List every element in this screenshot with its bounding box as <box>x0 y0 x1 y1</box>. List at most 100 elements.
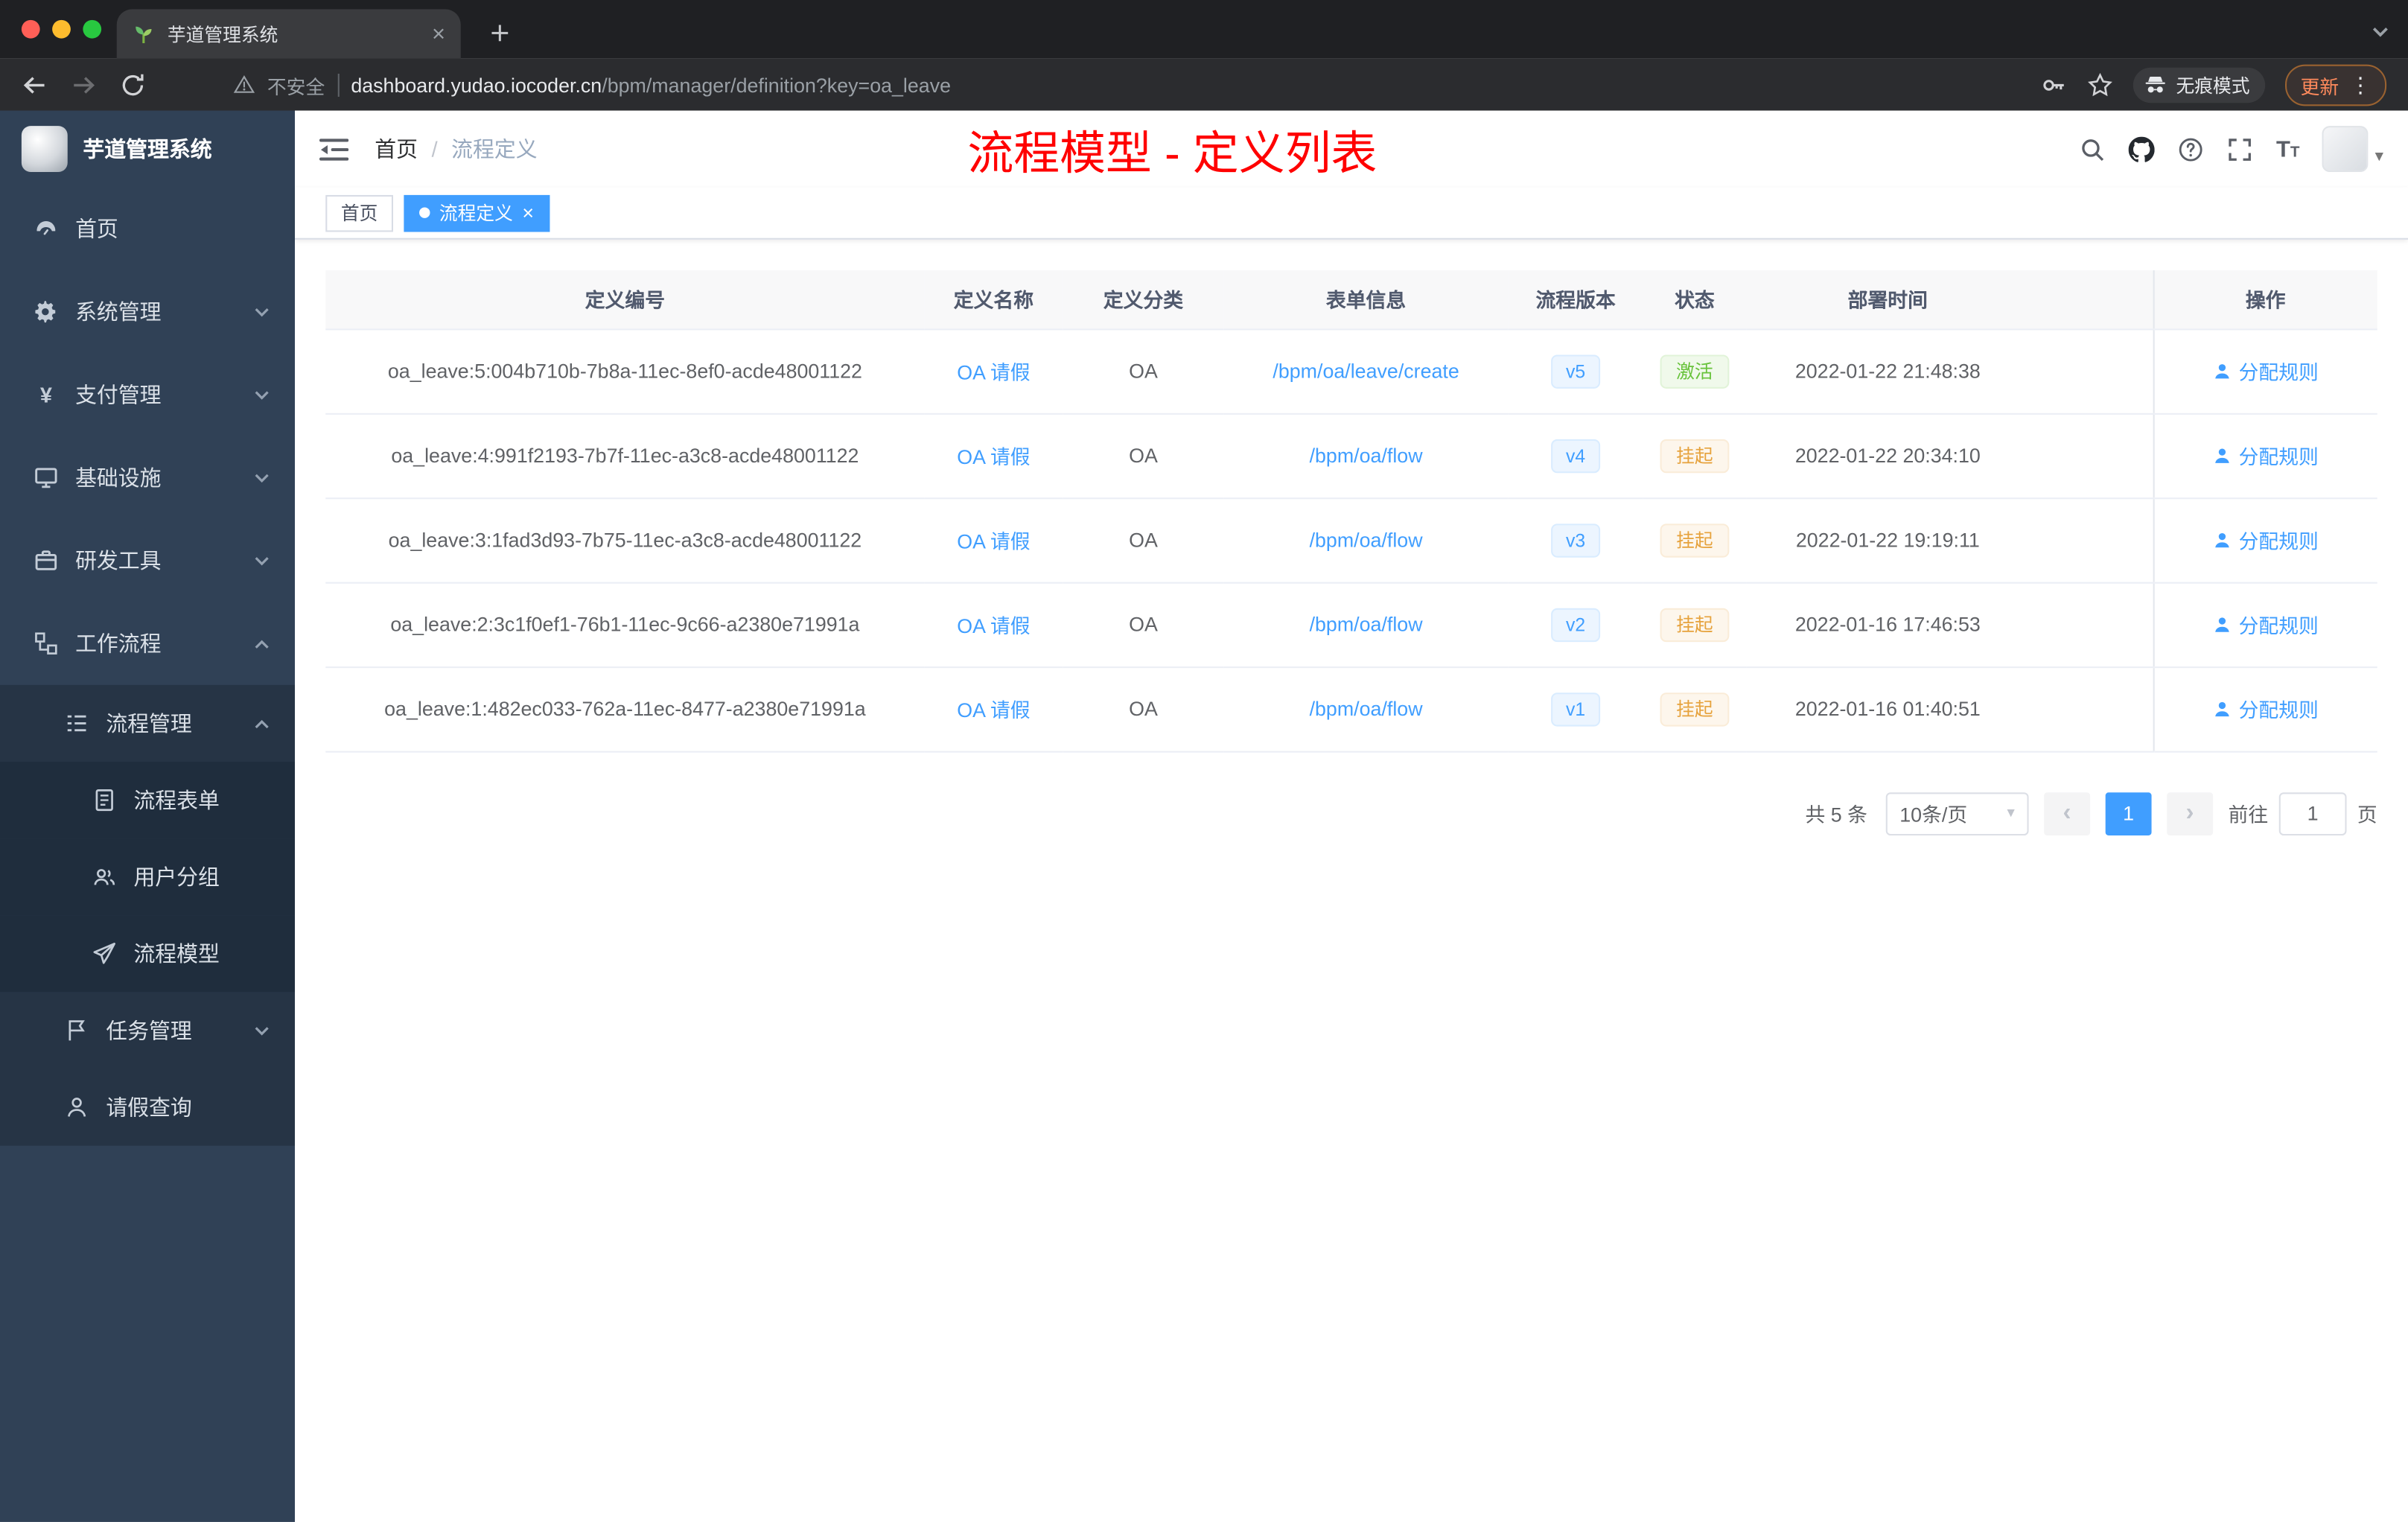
next-page-button[interactable]: › <box>2167 792 2213 835</box>
logo-title: 芋道管理系统 <box>83 136 212 162</box>
window-minimize-button[interactable] <box>52 19 71 39</box>
search-icon[interactable] <box>2080 136 2106 162</box>
sidebar-item-leave-query[interactable]: 请假查询 <box>0 1069 295 1146</box>
sidebar-item-workflow[interactable]: 工作流程 <box>0 602 295 685</box>
column-header-id: 定义编号 <box>325 270 925 330</box>
definition-name-link[interactable]: OA 请假 <box>957 445 1030 468</box>
sidebar-item-task-management[interactable]: 任务管理 <box>0 992 295 1069</box>
form-link[interactable]: /bpm/oa/flow <box>1310 697 1423 720</box>
forward-icon[interactable] <box>71 71 97 98</box>
page-size-select[interactable]: 10条/页 ▾ <box>1885 792 2029 835</box>
version-tag: v2 <box>1550 607 1601 642</box>
cell-definition-id: oa_leave:1:482ec033-762a-11ec-8477-a2380… <box>325 666 925 752</box>
assign-rule-button[interactable]: 分配规则 <box>2213 357 2319 386</box>
tag-process-definition[interactable]: 流程定义 × <box>404 194 550 232</box>
table-row: oa_leave:5:004b710b-7b8a-11ec-8ef0-acde4… <box>325 328 2377 414</box>
sidebar-item-process-form[interactable]: 流程表单 <box>0 762 295 839</box>
sidebar-item-label: 首页 <box>75 216 118 241</box>
user-icon <box>2214 363 2229 378</box>
window-close-button[interactable] <box>21 19 40 39</box>
new-tab-button[interactable] <box>482 16 516 49</box>
current-page-button[interactable]: 1 <box>2105 792 2152 835</box>
url-host: dashboard.yudao.iocoder.cn <box>351 72 602 96</box>
assign-rule-button[interactable]: 分配规则 <box>2213 694 2319 723</box>
prev-page-button[interactable]: ‹ <box>2044 792 2090 835</box>
sidebar-item-infrastructure[interactable]: 基础设施 <box>0 436 295 519</box>
version-tag: v3 <box>1550 523 1601 557</box>
definition-name-link[interactable]: OA 请假 <box>957 530 1030 553</box>
sidebar-item-label: 工作流程 <box>75 631 162 656</box>
browser-tab[interactable]: 芋道管理系统 × <box>116 9 461 59</box>
back-icon[interactable] <box>22 71 48 98</box>
tag-close-icon[interactable]: × <box>522 203 534 223</box>
address-bar[interactable]: 不安全 dashboard.yudao.iocoder.cn/bpm/manag… <box>169 70 2018 99</box>
chevron-up-icon <box>255 719 269 728</box>
version-tag: v1 <box>1550 692 1601 726</box>
tab-close-icon[interactable]: × <box>432 22 445 45</box>
form-link[interactable]: /bpm/oa/leave/create <box>1273 360 1459 383</box>
sidebar-toggle-icon[interactable] <box>319 136 349 162</box>
sidebar: 芋道管理系统 首页 系统管理 ¥ 支付管理 基础设施 研发工具 工作流程 流程管… <box>0 110 295 1522</box>
table-row: oa_leave:2:3c1f0ef1-76b1-11ec-9c66-a2380… <box>325 582 2377 668</box>
sidebar-item-user-group[interactable]: 用户分组 <box>0 838 295 916</box>
github-icon[interactable] <box>2129 136 2156 162</box>
send-icon <box>93 943 115 964</box>
breadcrumb-home[interactable]: 首页 <box>375 133 418 164</box>
sidebar-item-payment-management[interactable]: ¥ 支付管理 <box>0 353 295 436</box>
form-link[interactable]: /bpm/oa/flow <box>1310 613 1423 636</box>
definition-name-link[interactable]: OA 请假 <box>957 698 1030 722</box>
window-zoom-button[interactable] <box>83 19 102 39</box>
assign-rule-button[interactable]: 分配规则 <box>2213 525 2319 554</box>
url-path: /bpm/manager/definition?key=oa_leave <box>602 72 952 96</box>
tab-search-button[interactable] <box>2372 22 2390 49</box>
key-icon[interactable] <box>2041 71 2067 98</box>
column-header-name: 定义名称 <box>924 270 1063 330</box>
reload-icon[interactable] <box>120 71 146 98</box>
page-url[interactable]: dashboard.yudao.iocoder.cn/bpm/manager/d… <box>351 73 951 96</box>
font-size-icon[interactable]: TT <box>2276 138 2300 161</box>
incognito-icon <box>2145 76 2165 92</box>
chevron-down-icon: ▾ <box>2007 804 2015 822</box>
list-icon <box>67 715 86 732</box>
table-row: oa_leave:4:991f2193-7b7f-11ec-a3c8-acde4… <box>325 413 2377 499</box>
cell-category: OA <box>1063 666 1224 752</box>
user-icon <box>2214 532 2229 547</box>
monitor-icon <box>35 468 57 488</box>
incognito-badge: 无痕模式 <box>2133 66 2266 103</box>
document-icon <box>95 789 113 812</box>
definition-name-link[interactable]: OA 请假 <box>957 361 1030 384</box>
security-label[interactable]: 不安全 <box>267 70 325 99</box>
chevron-down-icon <box>255 556 269 565</box>
briefcase-icon <box>35 550 57 570</box>
browser-update-button[interactable]: 更新 ⋮ <box>2284 63 2387 106</box>
form-link[interactable]: /bpm/oa/flow <box>1310 529 1423 552</box>
assign-rule-button[interactable]: 分配规则 <box>2213 610 2319 639</box>
sidebar-logo[interactable]: 芋道管理系统 <box>0 111 295 188</box>
goto-page-input[interactable] <box>2278 792 2347 835</box>
user-icon <box>68 1098 86 1117</box>
breadcrumb-separator: / <box>431 136 438 162</box>
user-icon <box>2214 617 2229 631</box>
status-badge: 挂起 <box>1660 607 1729 642</box>
bookmark-star-icon[interactable] <box>2087 71 2113 98</box>
user-avatar-menu[interactable]: ▾ <box>2322 126 2383 172</box>
form-link[interactable]: /bpm/oa/flow <box>1310 444 1423 467</box>
definition-name-link[interactable]: OA 请假 <box>957 614 1030 637</box>
sidebar-item-process-model[interactable]: 流程模型 <box>0 915 295 993</box>
sidebar-item-process-management[interactable]: 流程管理 <box>0 684 295 762</box>
tab-title: 芋道管理系统 <box>167 23 278 45</box>
help-icon[interactable] <box>2178 136 2204 162</box>
status-badge: 挂起 <box>1660 438 1729 473</box>
tag-home[interactable]: 首页 <box>325 194 394 232</box>
sidebar-item-system-management[interactable]: 系统管理 <box>0 270 295 353</box>
toolbar-right: 无痕模式 更新 ⋮ <box>2041 63 2387 106</box>
assign-rule-button[interactable]: 分配规则 <box>2213 441 2319 470</box>
column-header-status: 状态 <box>1643 270 1747 330</box>
sidebar-item-label: 请假查询 <box>106 1095 192 1120</box>
fullscreen-icon[interactable] <box>2227 136 2253 162</box>
browser-menu-icon[interactable]: ⋮ <box>2350 74 2372 95</box>
page-size-value: 10条/页 <box>1899 803 1968 827</box>
sidebar-item-dev-tools[interactable]: 研发工具 <box>0 519 295 602</box>
table-row: oa_leave:1:482ec033-762a-11ec-8477-a2380… <box>325 666 2377 752</box>
sidebar-item-home[interactable]: 首页 <box>0 188 295 270</box>
